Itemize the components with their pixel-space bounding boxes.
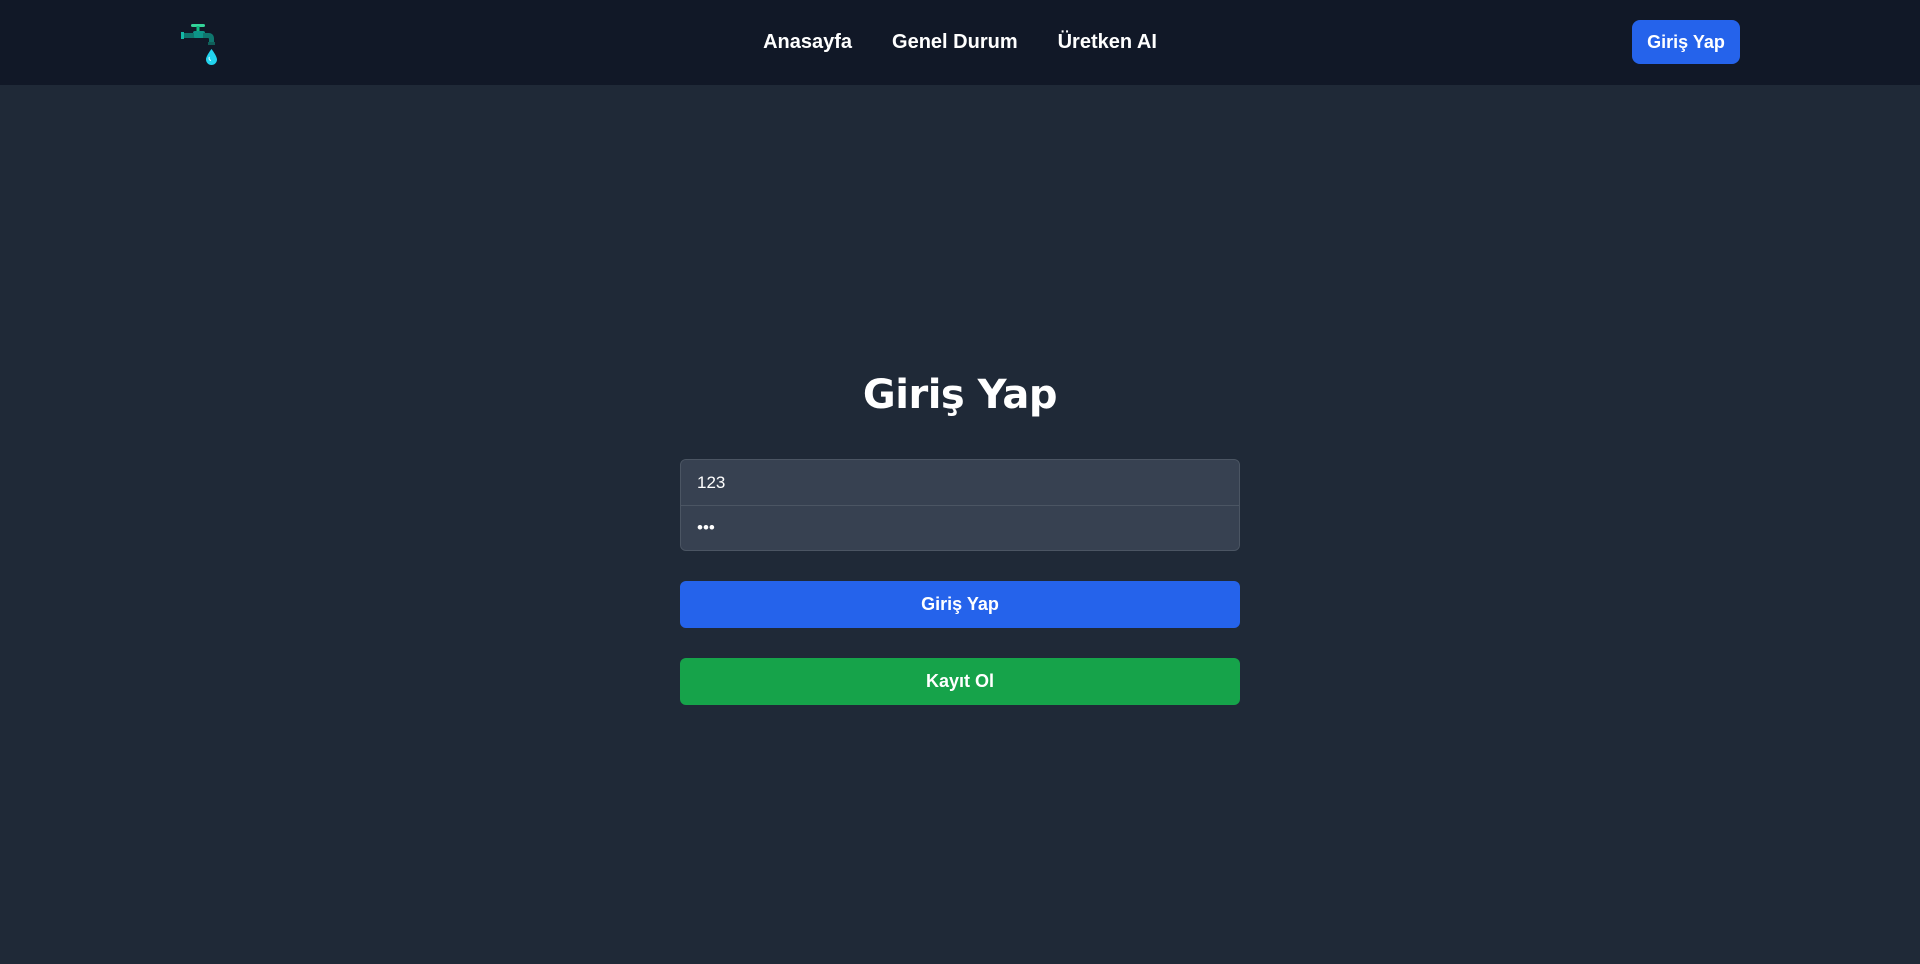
top-navbar: Anasayfa Genel Durum Üretken AI Giriş Ya… [0, 0, 1920, 85]
register-button[interactable]: Kayıt Ol [680, 658, 1240, 705]
nav-link-generative-ai[interactable]: Üretken AI [1058, 27, 1157, 58]
login-form-fields [680, 459, 1240, 551]
nav-link-home[interactable]: Anasayfa [763, 27, 852, 58]
nav-link-general-status[interactable]: Genel Durum [892, 27, 1018, 58]
home-logo-link[interactable] [181, 20, 221, 66]
login-submit-button[interactable]: Giriş Yap [680, 581, 1240, 628]
login-title: Giriş Yap [862, 372, 1058, 418]
password-input[interactable] [681, 505, 1239, 550]
username-input[interactable] [681, 460, 1239, 505]
water-faucet-icon [181, 24, 217, 65]
header-login-button[interactable]: Giriş Yap [1632, 20, 1740, 64]
